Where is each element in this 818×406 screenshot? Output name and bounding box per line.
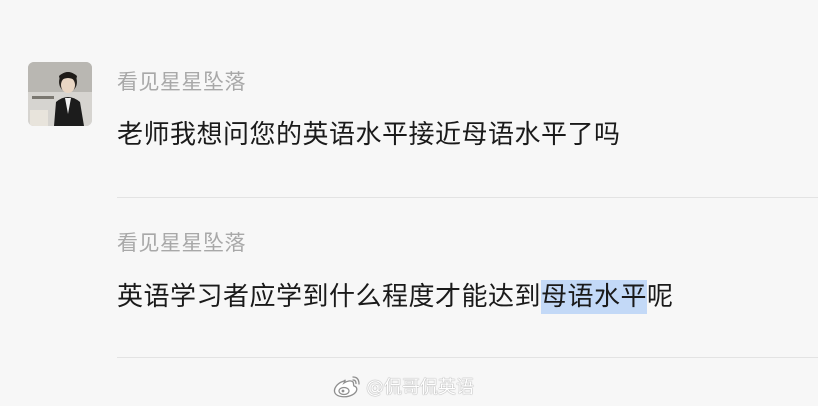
message-divider <box>117 197 818 198</box>
selected-text[interactable]: 母语水平 <box>541 280 648 314</box>
message-text: 老师我想问您的英语水平接近母语水平了吗 <box>117 120 621 150</box>
weibo-icon <box>333 376 360 398</box>
message-text-part: 英语学习者应学到什么程度才能达到 <box>117 282 542 312</box>
avatar-photo <box>28 62 92 126</box>
message-text-part: 呢 <box>647 282 674 312</box>
message-text: 英语学习者应学到什么程度才能达到母语水平呢 <box>117 276 674 314</box>
sender-nickname: 看见星星坠落 <box>117 231 246 255</box>
watermark: @侃哥侃英语 <box>332 372 474 400</box>
watermark-text: @侃哥侃英语 <box>366 377 474 398</box>
avatar[interactable] <box>28 62 92 126</box>
sender-nickname: 看见星星坠落 <box>117 70 246 94</box>
message-divider <box>117 357 818 358</box>
